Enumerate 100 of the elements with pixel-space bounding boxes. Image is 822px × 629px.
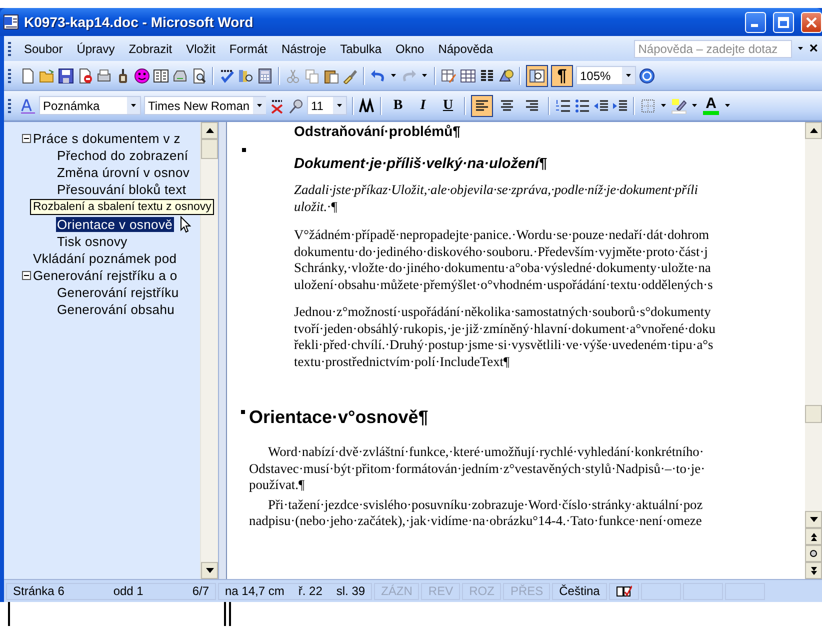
caret-icon[interactable] [131, 104, 136, 107]
help-icon[interactable] [639, 68, 655, 84]
help-search-field[interactable]: Nápověda – zadejte dotaz [634, 40, 792, 58]
collapse-toggle-icon[interactable] [22, 271, 31, 280]
caret-icon[interactable] [798, 47, 804, 50]
outline-item[interactable]: Změna úrovní v osnov [56, 165, 191, 180]
scroll-up-button[interactable] [805, 122, 822, 139]
font-size-combo[interactable]: 11 [307, 96, 347, 115]
show-formatting-button[interactable]: ¶ [551, 64, 573, 86]
menu-item[interactable]: Vložit [179, 40, 222, 58]
increase-indent-icon[interactable] [612, 98, 628, 114]
paragraph: V°žádném·případě·nepropadejte·panice.·Wordu·se·pouze·nedaří·dát·dohrom dokumentu·do·jediného·diskového·souboru.·Především·vyjměte·proto·část·j Schránky,·vložte·do·jiného·dokumentu·a°oba·výsledné·dokumenty·uložte·na uložení·obsahu·můžete·přemýšlet·o°vhodném·uspořádání·textu·oddělených·s [294, 227, 713, 293]
outline-item[interactable]: Orientace v osnově [56, 217, 174, 232]
table-pencil-icon[interactable] [441, 68, 457, 84]
outline-item[interactable]: Přechod do zobrazení [56, 148, 190, 163]
caret-icon[interactable] [626, 74, 631, 77]
highlighter-icon[interactable] [671, 98, 687, 114]
scroll-down-button[interactable] [201, 562, 218, 579]
outline-item[interactable]: Práce s dokumentem v z [32, 131, 182, 146]
decrease-indent-icon[interactable] [593, 98, 609, 114]
scrollbar-thumb[interactable] [201, 139, 218, 159]
caret-icon[interactable] [661, 104, 666, 107]
border-icon[interactable] [640, 98, 656, 114]
spelling-check-icon[interactable] [219, 68, 235, 84]
bold-button[interactable]: B [387, 94, 409, 116]
menu-item[interactable]: Soubor [17, 40, 70, 58]
underline-button[interactable]: U [437, 94, 459, 116]
maximize-button[interactable] [773, 12, 794, 32]
caret-icon[interactable] [422, 74, 427, 77]
status-text: ROZ [469, 584, 494, 598]
browse-object-button[interactable] [805, 545, 822, 562]
italic-button[interactable]: I [412, 94, 434, 116]
spelling-status-icon [616, 584, 632, 598]
scroll-down-button[interactable] [805, 511, 822, 528]
columns-icon[interactable] [479, 68, 495, 84]
next-page-button[interactable] [805, 562, 822, 579]
arrow-up-icon[interactable] [206, 128, 214, 133]
bulleted-list-icon[interactable] [574, 98, 590, 114]
close-icon[interactable] [806, 16, 817, 28]
new-document-icon[interactable] [20, 68, 36, 84]
clipboard-icon[interactable] [323, 68, 339, 84]
previous-page-button[interactable] [805, 528, 822, 545]
menu-item[interactable]: Úpravy [70, 40, 122, 58]
fax-icon[interactable] [96, 68, 112, 84]
caret-icon[interactable] [692, 104, 697, 107]
styles-icon[interactable] [20, 98, 36, 114]
pushpin-icon[interactable] [288, 98, 304, 114]
font-combo[interactable]: Times New Roman [144, 96, 266, 115]
bullet-mark [242, 148, 246, 152]
caret-icon[interactable] [391, 74, 396, 77]
style-combo[interactable]: Poznámka [39, 96, 141, 115]
menu-item[interactable]: Okno [388, 40, 432, 58]
circle-icon[interactable] [810, 550, 817, 557]
outline-item[interactable]: Generování rejstříku [56, 285, 180, 300]
tooltip: Rozbalení a sbalení textu z osnovy [30, 199, 214, 215]
numbered-list-icon[interactable] [555, 98, 571, 114]
print-preview-icon[interactable] [191, 68, 207, 84]
window-title: K0973-kap14.doc - Microsoft Word [24, 14, 254, 30]
zoom-combo[interactable]: 105% [576, 66, 636, 85]
menu-item[interactable]: Tabulka [333, 40, 388, 58]
close-help-button[interactable]: × [809, 40, 818, 57]
double-arrow-up-icon[interactable] [810, 532, 816, 540]
outline-item[interactable]: Přesouvání bloků text [56, 182, 188, 197]
arrow-down-icon[interactable] [810, 517, 818, 522]
caret-icon[interactable] [256, 104, 262, 107]
menu-item[interactable]: Zobrazit [122, 40, 180, 58]
outline-item[interactable]: Tisk osnovy [56, 234, 128, 249]
minimize-button[interactable] [745, 12, 766, 32]
table-icon[interactable] [460, 68, 476, 84]
heading: Odstraňování·problémů¶ [294, 124, 460, 138]
word-document-icon [3, 14, 19, 30]
document-permission-icon[interactable] [77, 68, 93, 84]
status-text: Stránka 6 [13, 584, 64, 598]
arrow-up-icon[interactable] [810, 128, 818, 133]
close-button[interactable] [801, 12, 822, 32]
scroll-up-button[interactable] [201, 122, 218, 139]
scrollbar-thumb[interactable] [805, 405, 822, 423]
collapse-toggle-icon[interactable] [22, 134, 31, 143]
font-color-button[interactable]: A [702, 96, 720, 115]
double-arrow-down-icon[interactable] [810, 566, 816, 574]
smiley-icon[interactable] [134, 68, 150, 84]
menu-item[interactable]: Nástroje [274, 40, 334, 58]
paragraph: Zadali·jste·příkaz·Uložit,·ale·objevila·se·zpráva,·podle·níž·je·dokument·příli uložit.·¶ [294, 182, 698, 215]
paintbrush-icon[interactable] [342, 68, 358, 84]
open-book-icon[interactable] [153, 68, 169, 84]
maximize-icon[interactable] [778, 16, 789, 28]
menu-item[interactable]: Formát [222, 40, 274, 58]
arrow-down-icon[interactable] [206, 568, 214, 573]
outline-item[interactable]: Generování rejstříku a o [32, 268, 178, 283]
undo-icon[interactable] [370, 68, 386, 84]
status-text: ř. 22 [298, 584, 322, 598]
caret-icon[interactable] [725, 104, 730, 107]
menu-item[interactable]: Nápověda [431, 40, 500, 58]
caret-icon[interactable] [337, 104, 342, 107]
drawing-shapes-icon[interactable] [498, 68, 514, 84]
outline-item[interactable]: Generování obsahu [56, 302, 176, 317]
outline-item[interactable]: Vkládání poznámek pod [32, 251, 178, 266]
spelling-cross-icon[interactable] [269, 98, 285, 114]
calculator-icon[interactable] [257, 68, 273, 84]
status-text: na 14,7 cm [225, 584, 284, 598]
